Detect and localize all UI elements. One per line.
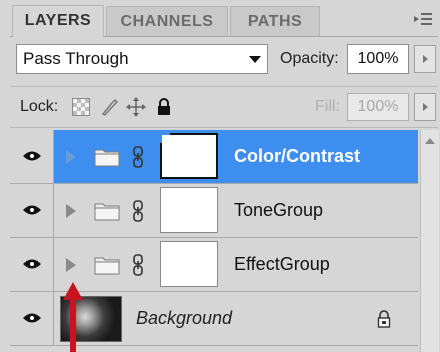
expand-arrow-icon[interactable] xyxy=(66,150,76,164)
folder-icon xyxy=(94,203,120,221)
chevron-down-icon xyxy=(249,56,261,63)
tab-paths[interactable]: PATHS xyxy=(230,6,320,36)
opacity-input[interactable]: 100% xyxy=(347,44,409,74)
lock-label: Lock: xyxy=(20,98,59,115)
lock-position-icon[interactable] xyxy=(126,97,146,117)
visibility-toggle[interactable] xyxy=(10,292,54,345)
expand-arrow-icon[interactable] xyxy=(66,258,76,272)
link-icon[interactable] xyxy=(132,254,144,276)
annotation-arrow-icon xyxy=(63,282,83,352)
panel-menu-glyph xyxy=(414,13,432,25)
expand-arrow-icon[interactable] xyxy=(66,204,76,218)
lock-image-pixels-icon[interactable] xyxy=(100,97,120,117)
blend-opacity-row: Pass Through Opacity: 100% xyxy=(10,42,438,78)
panel-menu-icon[interactable] xyxy=(412,10,434,32)
blend-mode-dropdown[interactable]: Pass Through xyxy=(16,44,268,74)
folder-icon xyxy=(94,257,120,275)
tab-layers[interactable]: LAYERS xyxy=(12,5,104,37)
layer-lock-icon xyxy=(377,310,391,328)
visibility-toggle[interactable] xyxy=(10,130,54,183)
layers-panel: LAYERS CHANNELS PATHS Pass Through Opaci… xyxy=(0,0,440,352)
layer-name[interactable]: ToneGroup xyxy=(234,184,323,237)
layer-mask-thumbnail[interactable] xyxy=(160,187,218,233)
link-icon[interactable] xyxy=(132,200,144,222)
link-icon[interactable] xyxy=(132,146,144,168)
fill-input[interactable]: 100% xyxy=(347,93,409,121)
panel-tabs: LAYERS CHANNELS PATHS xyxy=(10,2,438,37)
opacity-label: Opacity: xyxy=(280,50,339,67)
layer-name[interactable]: EffectGroup xyxy=(234,238,330,291)
eye-icon xyxy=(23,259,41,269)
fill-slider-button[interactable] xyxy=(414,93,436,121)
blend-mode-value: Pass Through xyxy=(23,49,129,68)
layer-mask-thumbnail[interactable] xyxy=(160,133,218,179)
lock-all-icon[interactable] xyxy=(154,97,174,117)
visibility-toggle[interactable] xyxy=(10,184,54,237)
scroll-up-icon[interactable] xyxy=(425,138,435,144)
folder-icon xyxy=(94,149,120,167)
visibility-toggle[interactable] xyxy=(10,238,54,291)
layer-list-scrollbar[interactable] xyxy=(420,130,439,352)
layer-row-color-contrast[interactable]: Color/Contrast xyxy=(10,130,418,184)
opacity-slider-button[interactable] xyxy=(414,45,436,73)
eye-icon xyxy=(23,313,41,323)
tab-channels[interactable]: CHANNELS xyxy=(106,6,228,36)
lock-transparent-pixels-icon[interactable] xyxy=(72,98,90,116)
layer-name[interactable]: Background xyxy=(136,292,232,345)
layer-name[interactable]: Color/Contrast xyxy=(234,130,360,183)
fill-label: Fill: xyxy=(315,98,340,115)
eye-icon xyxy=(23,205,41,215)
lock-row: Lock: Fill: 100% xyxy=(10,86,438,128)
eye-icon xyxy=(23,151,41,161)
layer-row-tonegroup[interactable]: ToneGroup xyxy=(10,184,418,238)
layer-mask-thumbnail[interactable] xyxy=(160,241,218,287)
